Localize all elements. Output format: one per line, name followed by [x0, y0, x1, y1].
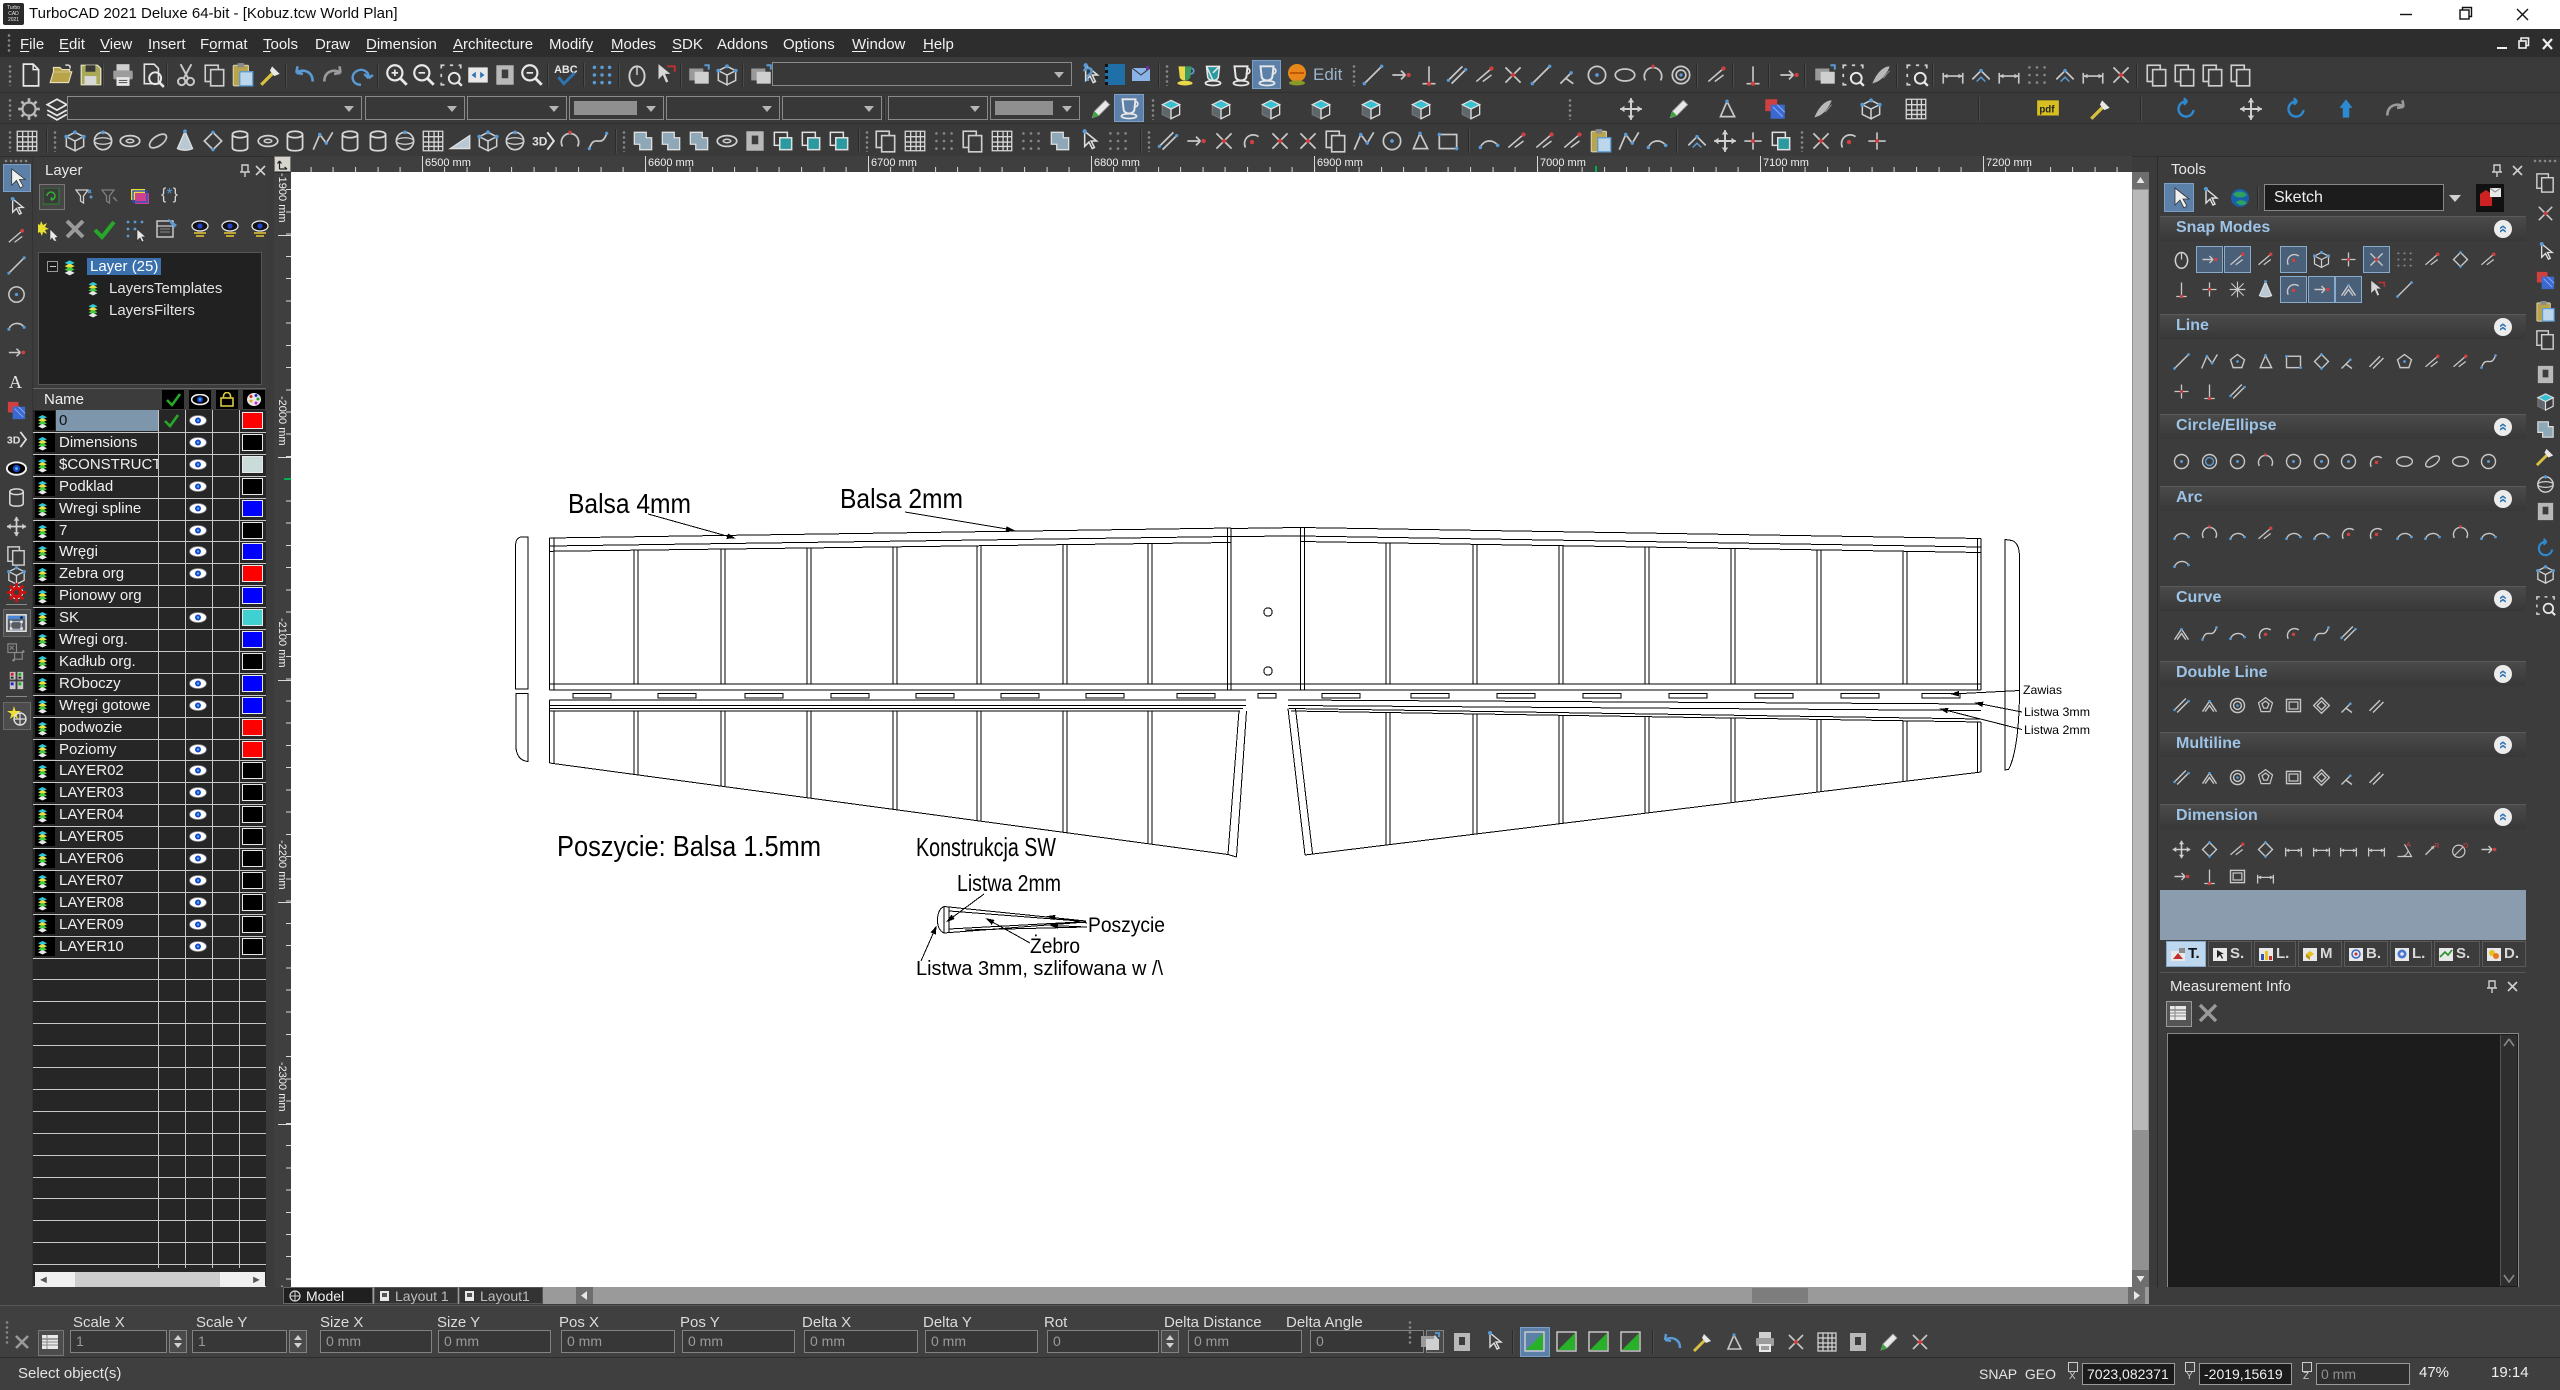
svg-text:Balsa 2mm: Balsa 2mm	[840, 483, 963, 514]
svg-text:Listwa 2mm: Listwa 2mm	[2024, 723, 2090, 737]
svg-text:Balsa 4mm: Balsa 4mm	[568, 488, 691, 519]
svg-text:Listwa 3mm, szlifowana w /\: Listwa 3mm, szlifowana w /\	[916, 958, 1163, 980]
svg-text:Poszycie: Balsa 1.5mm: Poszycie: Balsa 1.5mm	[557, 831, 821, 863]
svg-text:Konstrukcja SW: Konstrukcja SW	[916, 832, 1056, 862]
svg-text:Żebro: Żebro	[1030, 935, 1080, 958]
svg-text:Listwa 3mm: Listwa 3mm	[2024, 705, 2090, 719]
svg-text:Listwa 2mm: Listwa 2mm	[957, 870, 1061, 896]
svg-text:Poszycie: Poszycie	[1088, 914, 1165, 937]
svg-text:Zawias: Zawias	[2023, 683, 2062, 697]
